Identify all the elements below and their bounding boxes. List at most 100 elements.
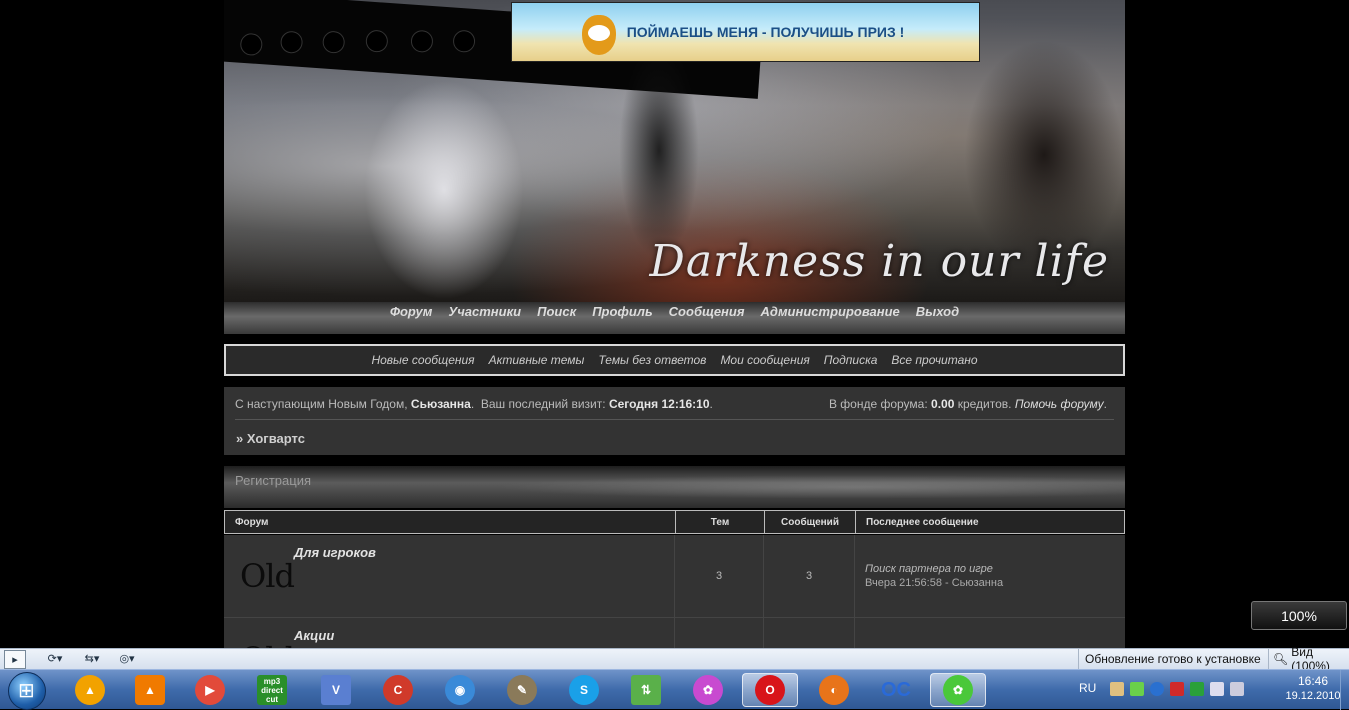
ad-text: ПОЙМАЕШЬ МЕНЯ - ПОЛУЧИШЬ ПРИЗ !	[626, 24, 905, 40]
network-icon: ⇅	[631, 675, 661, 705]
ad-banner[interactable]: ПОЙМАЕШЬ МЕНЯ - ПОЛУЧИШЬ ПРИЗ !	[511, 2, 980, 62]
greeting-text: С наступающим Новым Годом, Сьюзанна. Ваш…	[235, 397, 713, 411]
film-hole	[410, 29, 434, 54]
taskbar-app[interactable]: ▲	[62, 673, 118, 707]
browser-statusbar: ▸ ⟳▾ ⇆▾ ◎▾ Обновление готово к установке…	[0, 645, 1349, 673]
taskbar-app[interactable]: ◉	[432, 673, 488, 707]
unite-icon[interactable]: ◎▾	[112, 650, 142, 667]
skype-icon: S	[569, 675, 599, 705]
last-post-cell	[855, 618, 1125, 648]
icq-icon: ✿	[943, 675, 973, 705]
system-tray	[1110, 682, 1244, 696]
taskbar-app[interactable]: ▲	[122, 673, 178, 707]
nav-admin[interactable]: Администрирование	[761, 304, 900, 319]
taskbar-app[interactable]: ◐	[806, 673, 862, 707]
posts-count: 3	[764, 535, 855, 617]
last-post-cell: Поиск партнера по игре Вчера 21:56:58 - …	[855, 535, 1125, 617]
firefox-icon: ◐	[819, 675, 849, 705]
forum-name-link[interactable]: Для игроков	[294, 545, 376, 560]
show-desktop-button[interactable]	[1340, 670, 1349, 710]
sync-icon[interactable]: ⟳▾	[40, 650, 70, 667]
sub-navigation: Новые сообщения Активные темы Темы без о…	[224, 344, 1125, 376]
virtualdub-icon: V	[321, 675, 351, 705]
divider	[235, 419, 1114, 420]
dog-icon	[582, 15, 616, 55]
category-title[interactable]: Регистрация	[235, 473, 311, 488]
subnav-mark-all-read[interactable]: Все прочитано	[891, 353, 977, 367]
posts-count	[764, 618, 855, 648]
volume-icon[interactable]	[1210, 682, 1224, 696]
col-forum: Форум	[225, 511, 676, 533]
clock[interactable]: 16:46 19.12.2010	[1278, 674, 1348, 704]
forum-table-header: Форум Тем Сообщений Последнее сообщение	[224, 510, 1125, 534]
picasa-icon: ✿	[693, 675, 723, 705]
film-hole	[239, 32, 264, 57]
topics-count	[675, 618, 764, 648]
taskbar-app[interactable]: ✿	[680, 673, 736, 707]
col-posts: Сообщений	[765, 511, 856, 533]
turbo-icon[interactable]: ⇆▾	[78, 650, 106, 667]
header-banner: Darkness in our life ПОЙМАЕШЬ МЕНЯ - ПОЛ…	[224, 0, 1125, 302]
tray-app-icon[interactable]	[1190, 682, 1204, 696]
taskbar-app-active[interactable]: O	[742, 673, 798, 707]
update-notice[interactable]: Обновление готово к установке	[1078, 649, 1267, 669]
subnav-my-posts[interactable]: Мои сообщения	[720, 353, 809, 367]
username: Сьюзанна	[410, 397, 471, 411]
tray-app-icon[interactable]	[1150, 682, 1164, 696]
nav-logout[interactable]: Выход	[916, 304, 959, 319]
forum-page: Darkness in our life ПОЙМАЕШЬ МЕНЯ - ПОЛ…	[224, 0, 1125, 648]
subnav-new-posts[interactable]: Новые сообщения	[371, 353, 474, 367]
film-hole	[279, 30, 304, 54]
taskbar-app[interactable]: ▶	[182, 673, 238, 707]
forum-cell: Old Для игроков	[224, 535, 675, 617]
nav-search[interactable]: Поиск	[537, 304, 576, 319]
violinist-figure	[364, 80, 524, 300]
nav-messages[interactable]: Сообщения	[669, 304, 745, 319]
last-post-link[interactable]: Поиск партнера по игре	[865, 563, 993, 575]
antivirus-icon[interactable]	[1170, 682, 1184, 696]
taskbar-app-active[interactable]: ✿	[930, 673, 986, 707]
panel-toggle-icon[interactable]: ▸	[4, 650, 26, 669]
breadcrumb[interactable]: » Хогвартс	[236, 431, 305, 446]
table-row: Old Акции	[224, 618, 1125, 648]
taskbar-app[interactable]: ⇅	[618, 673, 674, 707]
ccleaner-icon: C	[383, 675, 413, 705]
last-visit-label: Ваш последний визит:	[480, 397, 606, 411]
subnav-active-topics[interactable]: Активные темы	[489, 353, 585, 367]
disc-burner-icon: ◉	[445, 675, 475, 705]
subnav-subscriptions[interactable]: Подписка	[824, 353, 878, 367]
help-forum-link[interactable]: Помочь форуму	[1015, 397, 1104, 411]
nav-forum[interactable]: Форум	[390, 304, 433, 319]
tray-app-icon[interactable]	[1110, 682, 1124, 696]
center-figure	[619, 40, 699, 260]
taskbar-app[interactable]: V	[308, 673, 364, 707]
nav-profile[interactable]: Профиль	[592, 304, 652, 319]
start-button[interactable]	[8, 672, 46, 710]
col-topics: Тем	[676, 511, 765, 533]
taskbar-app[interactable]: S	[556, 673, 612, 707]
info-panel: С наступающим Новым Годом, Сьюзанна. Ваш…	[224, 387, 1125, 455]
magnifier-icon: 🔍︎	[1273, 652, 1289, 666]
fund-label: В фонде форума:	[828, 397, 928, 411]
subnav-unanswered[interactable]: Темы без ответов	[598, 353, 706, 367]
nav-members[interactable]: Участники	[448, 304, 521, 319]
taskbar-app[interactable]: OC	[868, 673, 924, 707]
zoom-control[interactable]: 🔍︎ Вид (100%)	[1268, 645, 1349, 673]
network-status-icon[interactable]	[1230, 682, 1244, 696]
taskbar-app[interactable]: ✎	[494, 673, 550, 707]
opera-icon: O	[755, 675, 785, 705]
taskbar-app[interactable]: mp3 direct cut	[244, 673, 300, 707]
tray-app-icon[interactable]	[1130, 682, 1144, 696]
main-navigation: Форум Участники Поиск Профиль Сообщения …	[224, 302, 1125, 334]
windows-taskbar: ▲ ▲ ▶ mp3 direct cut V C ◉ ✎ S ⇅ ✿ O ◐ O…	[0, 669, 1349, 710]
last-post-meta: Вчера 21:56:58 - Сьюзанна	[865, 577, 1004, 589]
zoom-level-popup: 100%	[1251, 601, 1347, 630]
clock-time: 16:46	[1297, 674, 1329, 688]
last-visit-value: Сегодня 12:16:10	[608, 397, 710, 411]
gimp-icon: ✎	[507, 675, 537, 705]
language-indicator[interactable]: RU	[1079, 681, 1096, 695]
fund-value: 0.00	[931, 397, 955, 411]
taskbar-app[interactable]: C	[370, 673, 426, 707]
forum-name-link[interactable]: Акции	[294, 628, 334, 643]
forum-logo-text: Darkness in our life	[649, 236, 1109, 287]
